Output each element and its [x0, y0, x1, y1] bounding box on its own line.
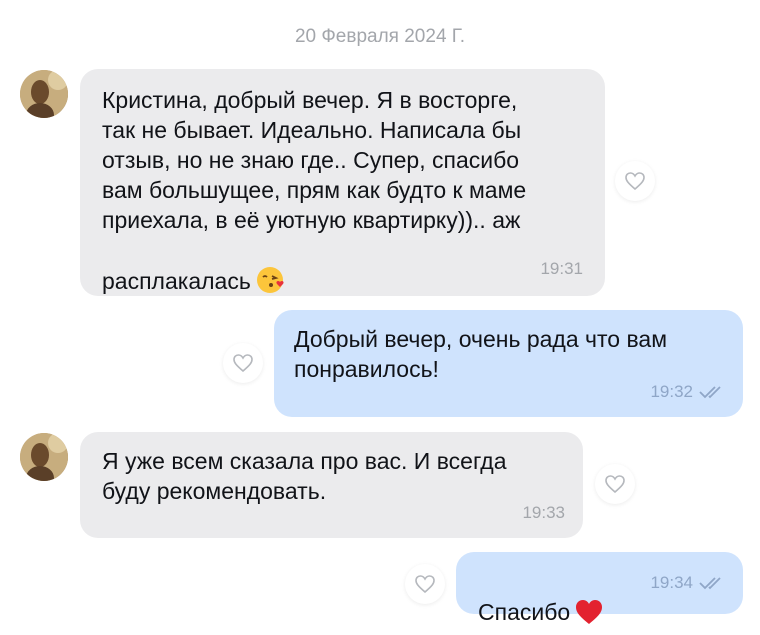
like-button[interactable]	[405, 564, 445, 604]
message-time: 19:33	[522, 503, 565, 522]
message-time: 19:34	[650, 568, 725, 598]
avatar-photo	[20, 433, 68, 481]
heart-outline-icon	[605, 475, 625, 494]
message-text: Добрый вечер, очень рада что вам понрави…	[294, 326, 668, 382]
message-bubble-outgoing[interactable]: Спасибо 19:34	[456, 552, 743, 625]
double-check-icon	[699, 577, 721, 590]
like-button[interactable]	[615, 161, 655, 201]
like-button[interactable]	[223, 343, 263, 383]
message-bubble-outgoing[interactable]: Добрый вечер, очень рада что вам понрави…	[274, 310, 743, 417]
message-text: Кристина, добрый вечер. Я в восторге, та…	[102, 85, 526, 302]
message-time: 19:32	[650, 377, 725, 407]
message-time: 19:31	[540, 259, 583, 278]
sender-avatar[interactable]	[20, 70, 68, 118]
heart-outline-icon	[625, 172, 645, 191]
heart-outline-icon	[415, 575, 435, 594]
like-button[interactable]	[595, 464, 635, 504]
double-check-icon	[699, 386, 721, 399]
message-text: Я уже всем сказала про вас. И всегда буд…	[102, 448, 507, 504]
face-blowing-kiss-emoji	[255, 235, 285, 302]
red-heart-emoji	[574, 568, 604, 633]
message-text: Спасибо	[478, 568, 604, 633]
date-separator: 20 Февраля 2024 Г.	[294, 26, 466, 47]
message-bubble-incoming[interactable]: Я уже всем сказала про вас. И всегда буд…	[80, 432, 583, 538]
sender-avatar[interactable]	[20, 433, 68, 481]
avatar-photo	[20, 70, 68, 118]
message-bubble-incoming[interactable]: Кристина, добрый вечер. Я в восторге, та…	[80, 69, 605, 296]
heart-outline-icon	[233, 354, 253, 373]
